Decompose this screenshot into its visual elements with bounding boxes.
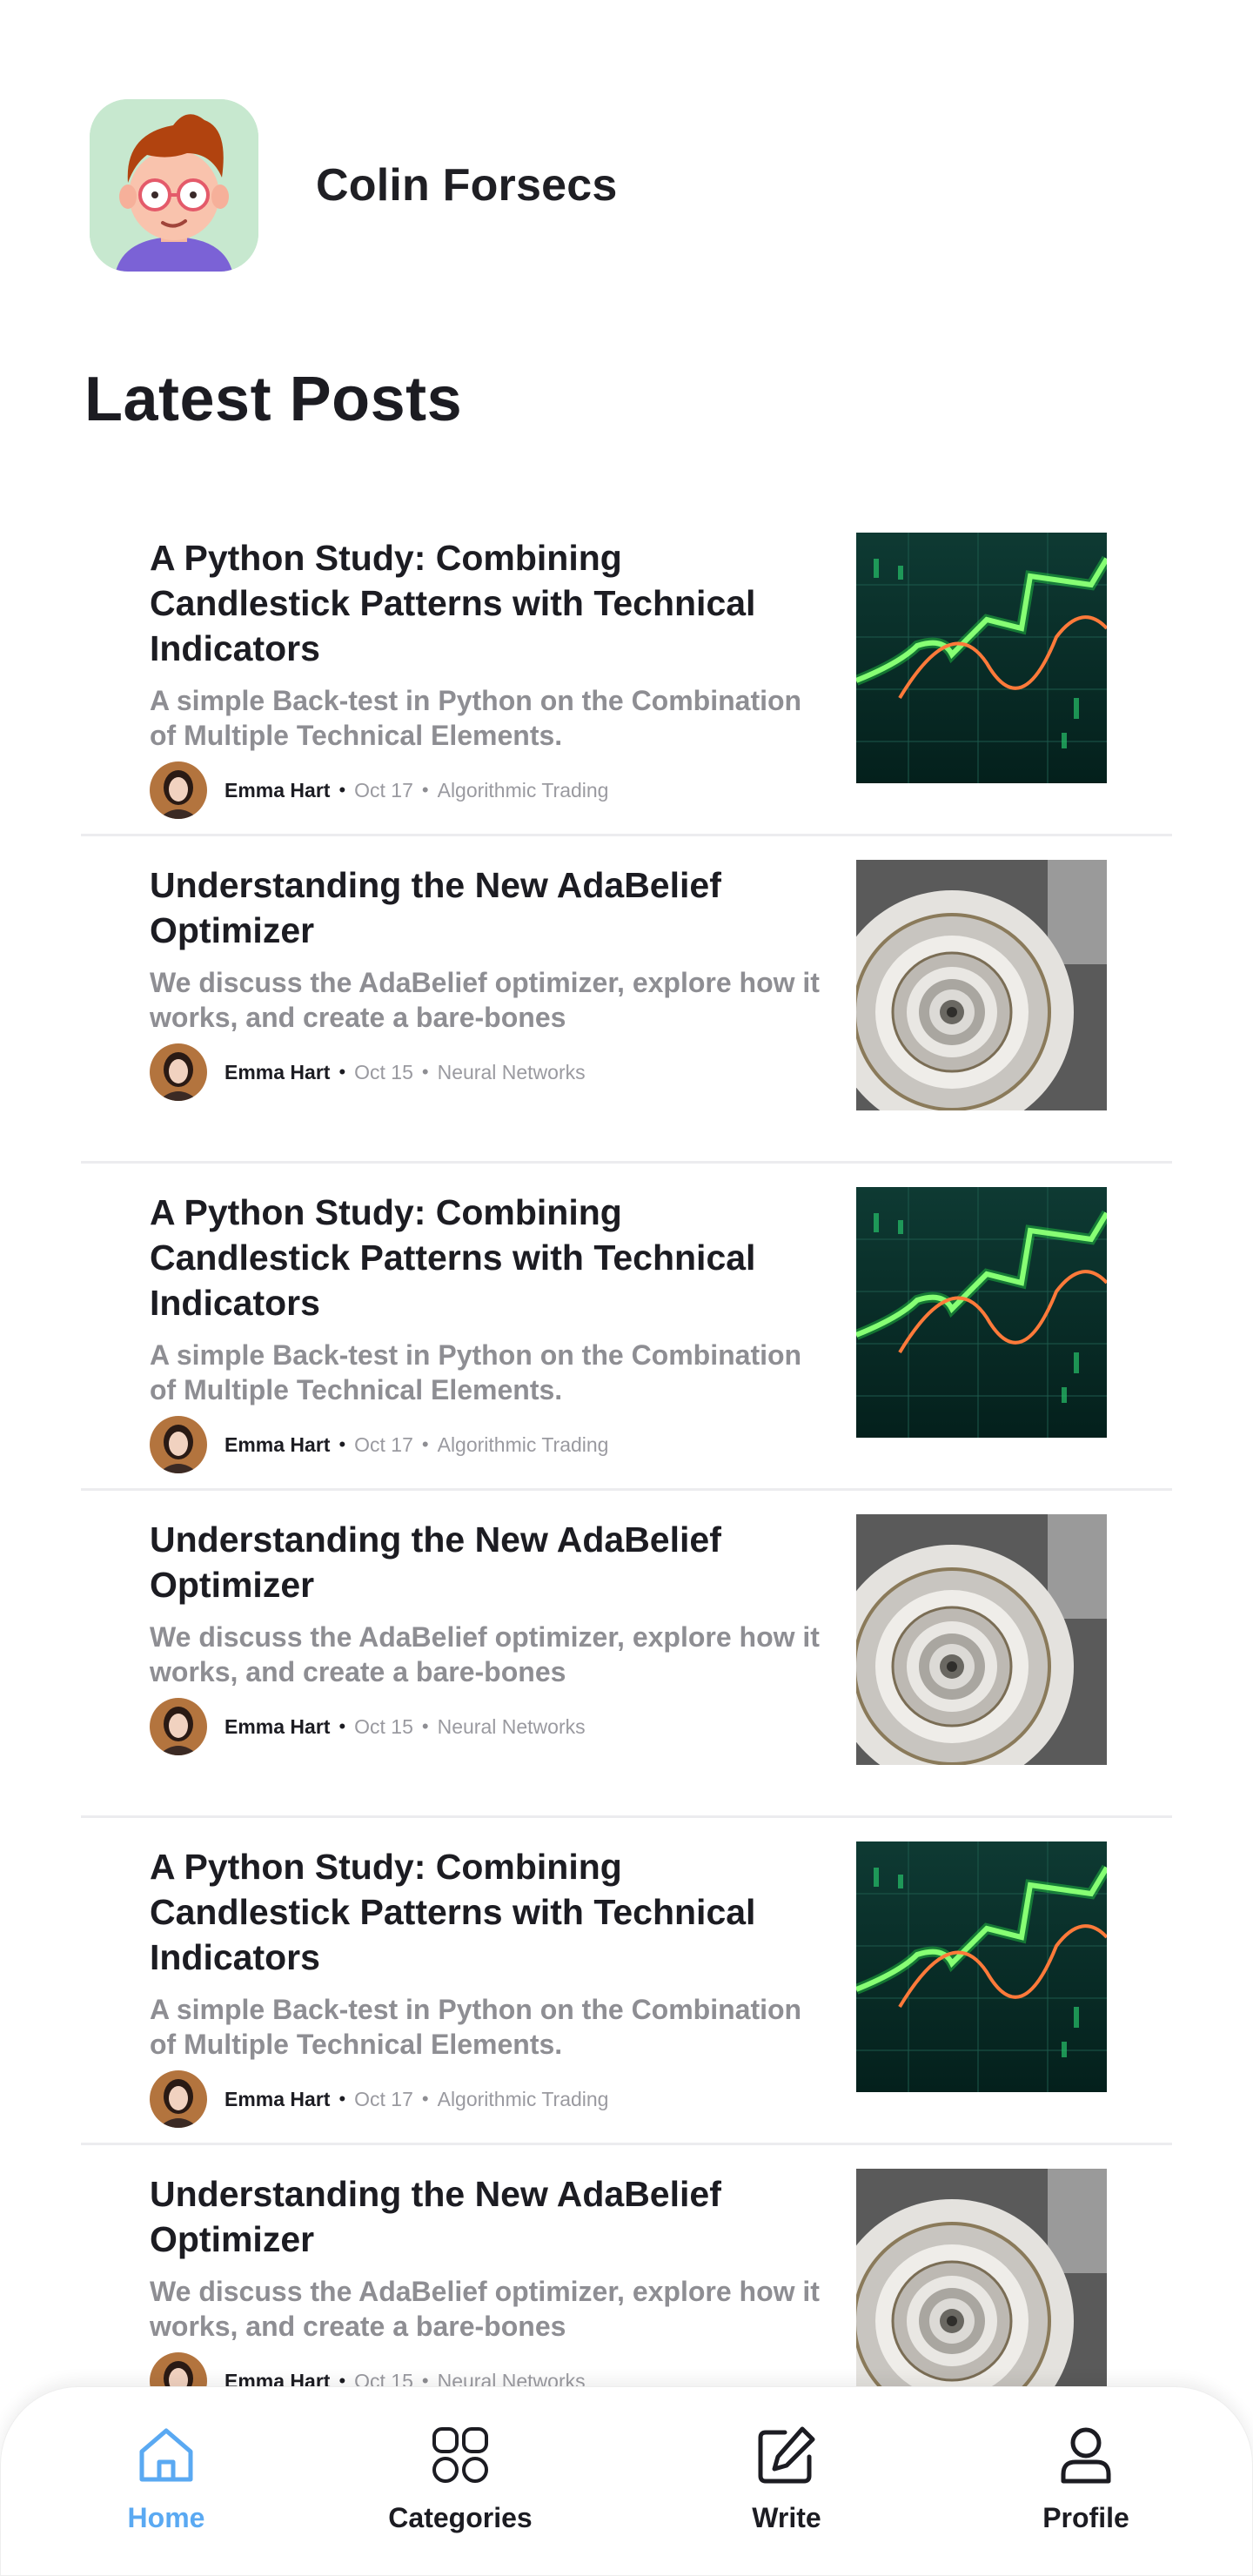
post-list: A Python Study: Combining Candlestick Pa… bbox=[81, 509, 1172, 2472]
author-avatar[interactable] bbox=[150, 761, 207, 819]
post-category[interactable]: Neural Networks bbox=[438, 1715, 586, 1739]
meta-separator: • bbox=[338, 1061, 346, 1083]
meta-separator: • bbox=[338, 1433, 346, 1455]
post-thumbnail[interactable] bbox=[856, 1187, 1107, 1438]
nav-write[interactable]: Write bbox=[682, 2424, 891, 2534]
author-name[interactable]: Emma Hart bbox=[224, 1061, 330, 1084]
post-subtitle: A simple Back-test in Python on the Comb… bbox=[150, 1339, 802, 1405]
meta-separator: • bbox=[421, 2088, 429, 2110]
page-title: Latest Posts bbox=[84, 365, 463, 434]
nav-label-profile: Profile bbox=[1042, 2502, 1129, 2533]
author-name[interactable]: Emma Hart bbox=[224, 2088, 330, 2111]
meta-separator: • bbox=[338, 1715, 346, 1737]
post-subtitle: We discuss the AdaBelief optimizer, expl… bbox=[150, 1621, 820, 1687]
candlestick-chart-image-icon bbox=[856, 1841, 1107, 2092]
post-thumbnail[interactable] bbox=[856, 1841, 1107, 2092]
app-screen: Colin Forsecs Latest Posts A Python Stud… bbox=[0, 0, 1253, 2576]
meta-separator: • bbox=[338, 2088, 346, 2110]
post-thumbnail[interactable] bbox=[856, 860, 1107, 1110]
post-meta: Emma Hart • Oct 15 • Neural Networks bbox=[150, 1043, 828, 1101]
author-photo-icon bbox=[150, 1416, 207, 1473]
spiral-staircase-image-icon bbox=[856, 1514, 1107, 1765]
post-meta: Emma Hart • Oct 17 • Algorithmic Trading bbox=[150, 761, 828, 819]
post-date: Oct 15 bbox=[354, 1060, 413, 1083]
meta-separator: • bbox=[421, 1433, 429, 1455]
post-thumbnail[interactable] bbox=[856, 2169, 1107, 2419]
post-card[interactable]: A Python Study: Combining Candlestick Pa… bbox=[81, 509, 1172, 836]
post-date: Oct 15 bbox=[354, 1714, 413, 1738]
nav-label-write: Write bbox=[752, 2502, 821, 2533]
post-title[interactable]: A Python Study: Combining Candlestick Pa… bbox=[150, 1844, 828, 1980]
categories-icon bbox=[432, 2427, 488, 2483]
post-category[interactable]: Algorithmic Trading bbox=[438, 1433, 609, 1457]
bottom-nav: Home Categories Write Profile bbox=[0, 2386, 1253, 2576]
post-title[interactable]: Understanding the New AdaBelief Optimize… bbox=[150, 862, 828, 953]
author-name[interactable]: Emma Hart bbox=[224, 1433, 330, 1457]
meta-separator: • bbox=[421, 779, 429, 801]
meta-separator: • bbox=[421, 1715, 429, 1737]
author-photo-icon bbox=[150, 1043, 207, 1101]
author-name[interactable]: Emma Hart bbox=[224, 779, 330, 802]
author-avatar[interactable] bbox=[150, 1698, 207, 1755]
post-text: Understanding the New AdaBelief Optimize… bbox=[150, 2171, 828, 2410]
post-subtitle: We discuss the AdaBelief optimizer, expl… bbox=[150, 967, 820, 1033]
nav-categories[interactable]: Categories bbox=[356, 2424, 565, 2534]
nav-label-categories: Categories bbox=[388, 2502, 533, 2533]
post-text: Understanding the New AdaBelief Optimize… bbox=[150, 1517, 828, 1755]
post-card[interactable]: Understanding the New AdaBelief Optimize… bbox=[81, 1491, 1172, 1818]
post-date: Oct 17 bbox=[354, 778, 413, 802]
candlestick-chart-image-icon bbox=[856, 1187, 1107, 1438]
nav-home[interactable]: Home bbox=[62, 2424, 271, 2534]
post-text: A Python Study: Combining Candlestick Pa… bbox=[150, 1844, 828, 2128]
post-subtitle: We discuss the AdaBelief optimizer, expl… bbox=[150, 2276, 820, 2342]
post-date: Oct 17 bbox=[354, 2087, 413, 2110]
user-name: Colin Forsecs bbox=[316, 160, 618, 211]
home-icon bbox=[139, 2428, 193, 2482]
meta-separator: • bbox=[338, 779, 346, 801]
write-icon bbox=[758, 2426, 815, 2484]
cartoon-avatar-icon bbox=[90, 99, 258, 272]
post-text: A Python Study: Combining Candlestick Pa… bbox=[150, 1190, 828, 1473]
post-card[interactable]: A Python Study: Combining Candlestick Pa… bbox=[81, 1164, 1172, 1491]
post-subtitle: A simple Back-test in Python on the Comb… bbox=[150, 1994, 802, 2060]
post-thumbnail[interactable] bbox=[856, 533, 1107, 783]
post-card[interactable]: A Python Study: Combining Candlestick Pa… bbox=[81, 1818, 1172, 2145]
author-avatar[interactable] bbox=[150, 1043, 207, 1101]
post-title[interactable]: A Python Study: Combining Candlestick Pa… bbox=[150, 535, 828, 671]
post-category[interactable]: Algorithmic Trading bbox=[438, 779, 609, 802]
spiral-staircase-image-icon bbox=[856, 2169, 1107, 2419]
post-title[interactable]: Understanding the New AdaBelief Optimize… bbox=[150, 2171, 828, 2262]
author-avatar[interactable] bbox=[150, 1416, 207, 1473]
candlestick-chart-image-icon bbox=[856, 533, 1107, 783]
post-text: A Python Study: Combining Candlestick Pa… bbox=[150, 535, 828, 819]
post-meta: Emma Hart • Oct 15 • Neural Networks bbox=[150, 1698, 828, 1755]
post-category[interactable]: Algorithmic Trading bbox=[438, 2088, 609, 2111]
author-photo-icon bbox=[150, 2070, 207, 2128]
post-meta: Emma Hart • Oct 17 • Algorithmic Trading bbox=[150, 2070, 828, 2128]
post-subtitle: A simple Back-test in Python on the Comb… bbox=[150, 685, 802, 751]
post-text: Understanding the New AdaBelief Optimize… bbox=[150, 862, 828, 1101]
post-title[interactable]: A Python Study: Combining Candlestick Pa… bbox=[150, 1190, 828, 1325]
post-meta: Emma Hart • Oct 17 • Algorithmic Trading bbox=[150, 1416, 828, 1473]
profile-icon bbox=[1061, 2427, 1111, 2484]
post-category[interactable]: Neural Networks bbox=[438, 1061, 586, 1084]
profile-header: Colin Forsecs bbox=[90, 99, 617, 272]
post-card[interactable]: Understanding the New AdaBelief Optimize… bbox=[81, 836, 1172, 1164]
nav-label-home: Home bbox=[127, 2502, 205, 2533]
author-photo-icon bbox=[150, 761, 207, 819]
post-title[interactable]: Understanding the New AdaBelief Optimize… bbox=[150, 1517, 828, 1607]
user-avatar[interactable] bbox=[90, 99, 258, 272]
author-photo-icon bbox=[150, 1698, 207, 1755]
author-avatar[interactable] bbox=[150, 2070, 207, 2128]
post-date: Oct 17 bbox=[354, 1432, 413, 1456]
meta-separator: • bbox=[421, 1061, 429, 1083]
nav-profile[interactable]: Profile bbox=[982, 2424, 1190, 2534]
spiral-staircase-image-icon bbox=[856, 860, 1107, 1110]
author-name[interactable]: Emma Hart bbox=[224, 1715, 330, 1739]
post-thumbnail[interactable] bbox=[856, 1514, 1107, 1765]
